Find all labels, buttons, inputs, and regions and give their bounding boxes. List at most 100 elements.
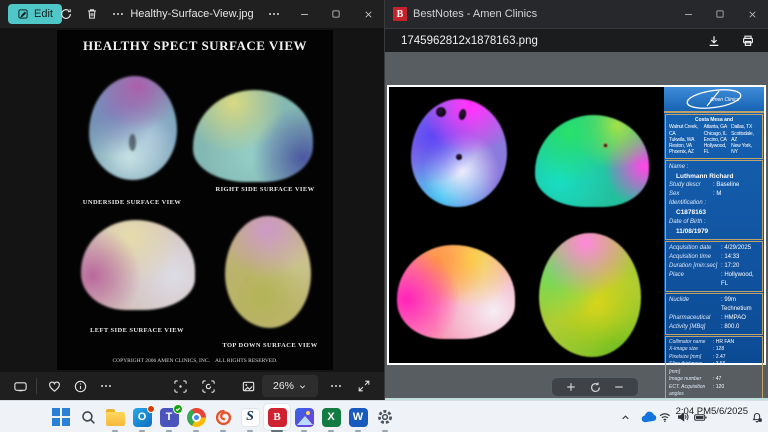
chrome-button[interactable]: [183, 404, 209, 432]
minimize-button[interactable]: [288, 0, 320, 28]
scan-brain-left-side: [397, 245, 515, 339]
image-fit-button[interactable]: [236, 374, 260, 398]
fullscreen-icon: [358, 380, 370, 392]
wifi-icon: [659, 413, 670, 423]
field-value: 2.47: [713, 354, 726, 362]
field-label: X-image size: [669, 346, 698, 353]
bell-icon: [752, 413, 762, 423]
patient-id-value: C1878163: [676, 209, 706, 217]
top-down-view-label: TOP DOWN SURFACE VIEW: [222, 342, 318, 349]
taskbar-clock[interactable]: 2:04 PM 5/6/2025: [676, 406, 748, 417]
pencil-icon: [18, 9, 28, 19]
zoom-out-button[interactable]: [612, 380, 626, 394]
word-button[interactable]: W: [345, 404, 371, 432]
file-explorer-button[interactable]: [102, 404, 128, 432]
rotate-button[interactable]: [54, 2, 78, 26]
field-row: Slice thickness [mm] 3.56: [669, 361, 759, 376]
maximize-icon: [332, 10, 340, 18]
scan-frame-button[interactable]: [168, 374, 192, 398]
location-item: Phoenix, AZ: [669, 149, 694, 156]
field-label: Image number: [669, 376, 702, 383]
print-button[interactable]: [736, 30, 760, 52]
locations-column-3: Dallas, TX Scottsdale, AZ New York, NY: [731, 124, 759, 155]
field-value: 800.0: [721, 323, 739, 332]
settings-button[interactable]: [372, 404, 398, 432]
rescan-frame-icon: [201, 379, 215, 393]
bestnotes-logo: B: [393, 7, 407, 21]
field-row: Place Hollywood, FL: [669, 271, 759, 289]
amen-clinics-logo-text: Amen Clinics: [709, 97, 740, 103]
patient-info-panel: Amen Clinics Costa Mesa and Walnut Creek…: [664, 87, 764, 410]
field-value: HR FAN: [713, 339, 734, 347]
field-value: 47: [713, 376, 722, 384]
toolbar-more-button[interactable]: [94, 374, 118, 398]
zoom-level-dropdown[interactable]: 26%: [262, 375, 318, 397]
favorite-button[interactable]: [42, 374, 66, 398]
field-label: Pharmaceutical: [669, 314, 711, 321]
refresh-icon: [590, 381, 600, 392]
bestnotes-taskbar-button[interactable]: B: [264, 404, 290, 432]
bn-minimize-button[interactable]: [672, 0, 704, 28]
bestnotes-content: Amen Clinics Costa Mesa and Walnut Creek…: [385, 52, 768, 410]
perfusion-hole: [435, 106, 446, 117]
toolbar-overflow-button[interactable]: [324, 374, 348, 398]
info-button[interactable]: [68, 374, 92, 398]
bn-close-button[interactable]: [736, 0, 768, 28]
field-label: Place: [669, 271, 685, 278]
photos-app-window: Edit Healthy-Surface-View.jpg HEALTHY SP…: [0, 0, 384, 400]
s-app-button[interactable]: S: [237, 404, 263, 432]
excel-button[interactable]: X: [318, 404, 344, 432]
photos-taskbar-button[interactable]: [291, 404, 317, 432]
location-item: New York, NY: [731, 143, 752, 156]
teams-button[interactable]: T: [156, 403, 183, 432]
field-value: 99m Technetium: [721, 296, 759, 314]
bestnotes-window-title: BestNotes - Amen Clinics: [413, 8, 538, 20]
word-icon: W: [348, 407, 368, 427]
rescan-frame-button[interactable]: [196, 374, 220, 398]
chrome-icon: [186, 407, 206, 427]
plus-icon: [567, 383, 575, 391]
zoom-level-value: 26%: [272, 380, 294, 392]
bn-maximize-button[interactable]: [704, 0, 736, 28]
rotate-icon: [61, 9, 71, 19]
outlook-button[interactable]: O: [129, 404, 155, 432]
delete-button[interactable]: [80, 2, 104, 26]
field-value: 17:20: [721, 262, 739, 271]
zoom-in-button[interactable]: [564, 380, 578, 394]
field-label: Identification: [669, 199, 713, 208]
reset-zoom-button[interactable]: [588, 380, 602, 394]
excel-icon: X: [321, 407, 341, 427]
field-label: Date of Birth: [669, 218, 713, 227]
fullscreen-button[interactable]: [352, 374, 376, 398]
field-value: 3.56: [713, 361, 726, 376]
field-row: Duration [min:sec]17:20: [669, 262, 759, 271]
more-dots-icon: [269, 13, 279, 15]
maximize-button[interactable]: [320, 0, 352, 28]
search-button[interactable]: [75, 404, 101, 430]
scan-brain-right-side: [535, 115, 649, 207]
close-button[interactable]: [352, 0, 384, 28]
tray-overflow-chevron[interactable]: [616, 405, 634, 429]
scan-brain-top-down: [539, 233, 641, 357]
field-value: M: [713, 190, 721, 199]
more-options-button[interactable]: [106, 2, 130, 26]
start-button[interactable]: [48, 404, 74, 430]
field-row: ECT. Acquisition angles 120: [669, 384, 759, 399]
filmstrip-toggle-button[interactable]: [8, 374, 32, 398]
maximize-icon: [716, 10, 724, 18]
title-more-button[interactable]: [262, 2, 286, 26]
notification-badge: [146, 404, 155, 413]
field-value: 4/29/2025: [721, 244, 751, 253]
notification-center-button[interactable]: [748, 405, 766, 429]
onedrive-tray-button[interactable]: [638, 405, 658, 429]
taskbar: O T S B X W 2:04 PM 5/6/2025: [0, 400, 768, 432]
right-side-view-label: RIGHT SIDE SURFACE VIEW: [215, 186, 315, 193]
field-value: HMPAO: [721, 314, 746, 323]
spiral-app-button[interactable]: [210, 404, 236, 432]
download-button[interactable]: [702, 30, 726, 52]
toolbar-divider: [36, 378, 37, 394]
bestnotes-app-icon: B: [267, 407, 287, 427]
onedrive-cloud-icon: [641, 411, 656, 422]
bestnotes-window: B BestNotes - Amen Clinics 1745962812x18…: [384, 0, 768, 410]
patient-name-value: Luthmann Richard: [676, 172, 734, 180]
